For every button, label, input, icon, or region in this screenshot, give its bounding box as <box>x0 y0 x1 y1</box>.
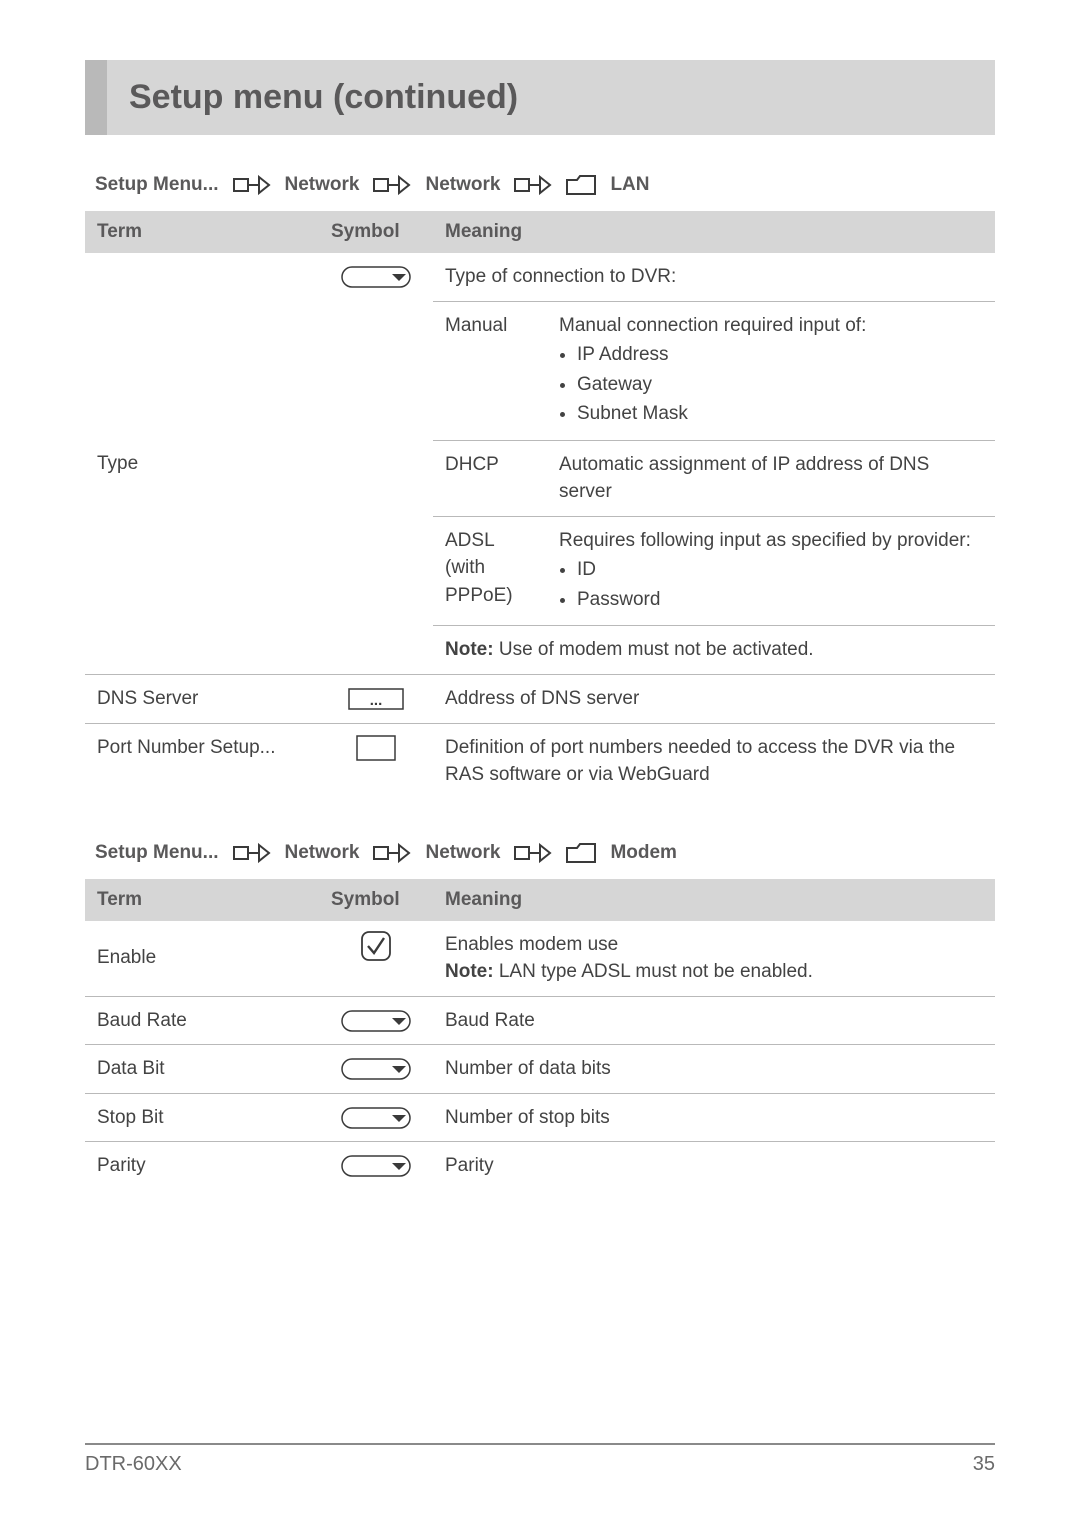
term-baud: Baud Rate <box>85 996 319 1045</box>
arrow-icon <box>373 173 411 197</box>
col-header-meaning: Meaning <box>433 879 995 921</box>
term-databit: Data Bit <box>85 1045 319 1094</box>
lan-table: Term Symbol Meaning Type Type of connect… <box>85 211 995 799</box>
meaning-parity: Parity <box>433 1142 995 1190</box>
dropdown-icon <box>341 1107 411 1129</box>
breadcrumb-lan: Setup Menu... Network Network LAN <box>85 173 995 197</box>
breadcrumb-item: Network <box>285 174 360 196</box>
col-header-meaning: Meaning <box>433 211 995 253</box>
dropdown-icon <box>341 1058 411 1080</box>
type-option-manual: Manual <box>433 301 547 440</box>
term-type: Type <box>85 253 319 675</box>
breadcrumb-item: Network <box>425 842 500 864</box>
folder-icon <box>566 842 596 864</box>
type-note: Note: Use of modem must not be activated… <box>433 626 995 675</box>
type-option-dhcp-desc: Automatic assignment of IP address of DN… <box>547 440 995 516</box>
breadcrumb-item: Modem <box>610 842 677 864</box>
term-parity: Parity <box>85 1142 319 1190</box>
meaning-baud: Baud Rate <box>433 996 995 1045</box>
type-option-adsl-desc: Requires following input as specified by… <box>547 516 995 626</box>
meaning-port: Definition of port numbers needed to acc… <box>433 723 995 799</box>
svg-text:...: ... <box>370 692 383 709</box>
col-header-symbol: Symbol <box>319 211 433 253</box>
breadcrumb-item: Setup Menu... <box>95 174 219 196</box>
footer-page: 35 <box>973 1453 995 1476</box>
meaning-databit: Number of data bits <box>433 1045 995 1094</box>
col-header-term: Term <box>85 879 319 921</box>
page-footer: DTR-60XX 35 <box>85 1443 995 1476</box>
arrow-icon <box>373 841 411 865</box>
dropdown-icon <box>341 1155 411 1177</box>
arrow-icon <box>514 173 552 197</box>
arrow-icon <box>233 173 271 197</box>
term-port: Port Number Setup... <box>85 723 319 799</box>
page-title: Setup menu (continued) <box>129 78 973 117</box>
type-option-dhcp: DHCP <box>433 440 547 516</box>
meaning-enable: Enables modem use Note: LAN type ADSL mu… <box>433 921 995 997</box>
dropdown-icon <box>341 266 411 288</box>
type-option-adsl: ADSL (with PPPoE) <box>433 516 547 626</box>
type-option-manual-desc: Manual connection required input of: IP … <box>547 301 995 440</box>
folder-icon <box>566 174 596 196</box>
footer-model: DTR-60XX <box>85 1453 182 1476</box>
breadcrumb-item: Setup Menu... <box>95 842 219 864</box>
arrow-icon <box>233 841 271 865</box>
text-field-icon: ... <box>348 688 404 710</box>
modem-table: Term Symbol Meaning Enable Enables modem… <box>85 879 995 1190</box>
meaning-stopbit: Number of stop bits <box>433 1093 995 1142</box>
breadcrumb-item: Network <box>425 174 500 196</box>
checkbox-icon <box>361 931 391 961</box>
term-stopbit: Stop Bit <box>85 1093 319 1142</box>
term-enable: Enable <box>85 921 319 997</box>
arrow-icon <box>514 841 552 865</box>
col-header-term: Term <box>85 211 319 253</box>
dropdown-icon <box>341 1010 411 1032</box>
page-title-bar: Setup menu (continued) <box>85 60 995 135</box>
breadcrumb-modem: Setup Menu... Network Network Modem <box>85 841 995 865</box>
col-header-symbol: Symbol <box>319 879 433 921</box>
term-dns: DNS Server <box>85 675 319 724</box>
breadcrumb-item: Network <box>285 842 360 864</box>
type-intro: Type of connection to DVR: <box>433 253 995 301</box>
breadcrumb-item: LAN <box>610 174 649 196</box>
meaning-dns: Address of DNS server <box>433 675 995 724</box>
submenu-icon <box>356 735 396 761</box>
